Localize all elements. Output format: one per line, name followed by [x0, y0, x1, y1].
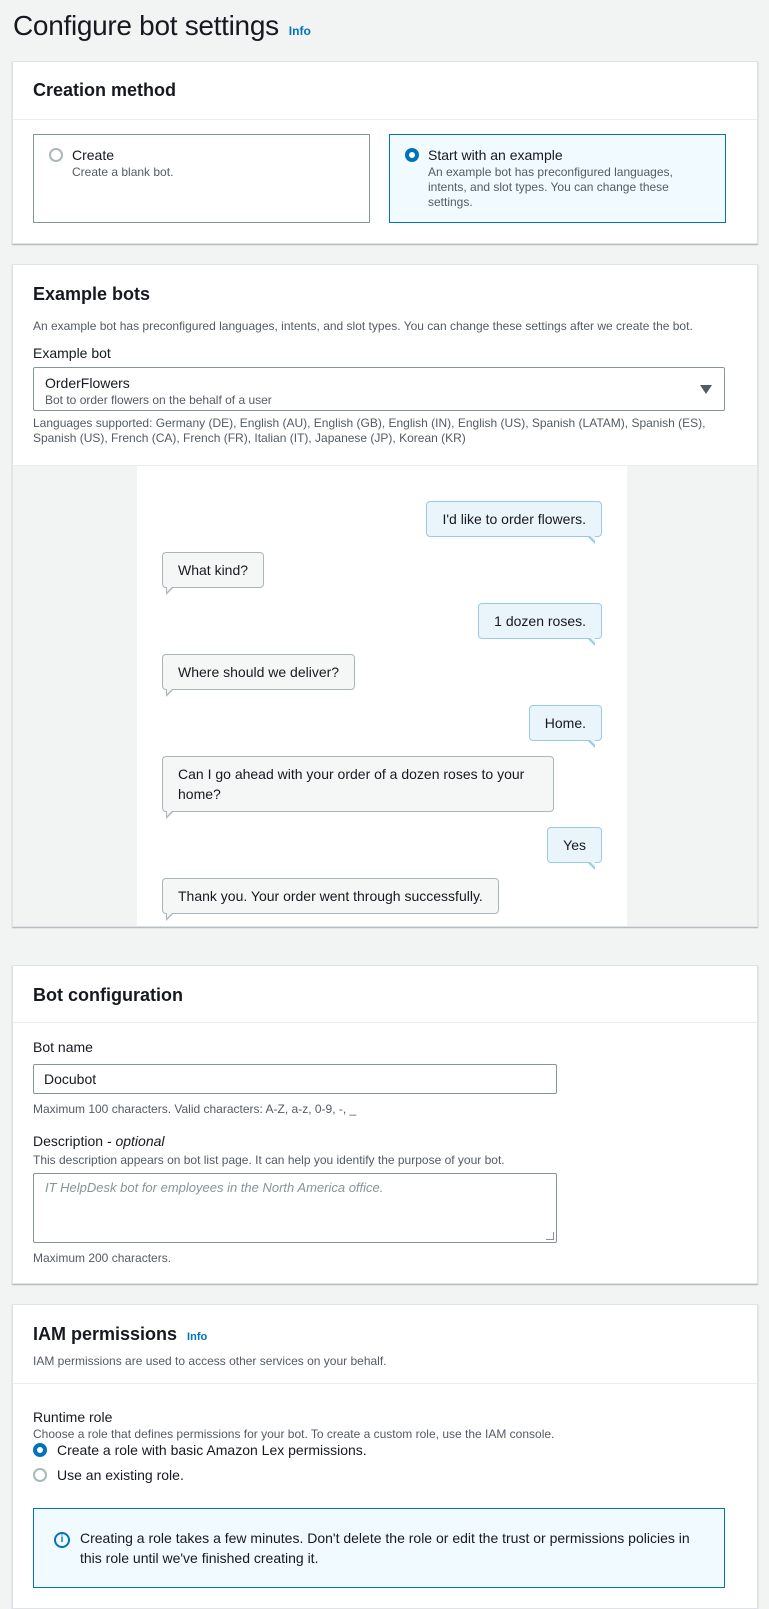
languages-supported: Languages supported: Germany (DE), Engli… — [33, 416, 706, 445]
bot-name-input[interactable]: Docubot — [33, 1064, 557, 1094]
example-bot-selected-name: OrderFlowers — [45, 375, 130, 391]
start-with-example-label: Start with an example — [428, 147, 563, 163]
create-role-radio[interactable] — [33, 1443, 47, 1457]
description-hint: Maximum 200 characters. — [33, 1251, 172, 1265]
info-alert-text: Creating a role takes a few minutes. Don… — [80, 1530, 690, 1566]
example-bot-select[interactable]: OrderFlowers Bot to order flowers on the… — [33, 367, 725, 411]
existing-role-option[interactable]: Use an existing role. — [33, 1466, 184, 1484]
chat-message-user: Home. — [528, 705, 602, 748]
divider — [13, 119, 757, 120]
description-textarea[interactable]: IT HelpDesk bot for employees in the Nor… — [33, 1173, 557, 1243]
existing-role-radio[interactable] — [33, 1468, 47, 1482]
optional-tag: - optional — [106, 1133, 165, 1149]
start-with-example-tile[interactable]: Start with an example An example bot has… — [389, 134, 726, 223]
description-label: Description - optional — [33, 1133, 165, 1149]
create-blank-tile[interactable]: Create Create a blank bot. — [33, 134, 370, 223]
iam-info-link[interactable]: Info — [187, 1331, 207, 1343]
example-bots-description: An example bot has preconfigured languag… — [33, 319, 693, 333]
chat-preview: I'd like to order flowers. What kind? 1 … — [137, 466, 627, 926]
chat-message-bot: Thank you. Your order went through succe… — [162, 878, 499, 921]
chat-message-user: I'd like to order flowers. — [426, 501, 602, 544]
chat-message-bot: Where should we deliver? — [162, 654, 356, 697]
bot-name-label: Bot name — [33, 1039, 93, 1055]
chat-message-bot: Can I go ahead with your order of a doze… — [162, 756, 554, 819]
example-bot-label: Example bot — [33, 345, 111, 361]
iam-description: IAM permissions are used to access other… — [33, 1354, 387, 1368]
iam-permissions-title: IAM permissions — [33, 1324, 178, 1344]
divider — [13, 1383, 757, 1384]
info-alert: i Creating a role takes a few minutes. D… — [33, 1508, 725, 1588]
start-with-example-radio[interactable] — [405, 148, 419, 162]
create-role-label: Create a role with basic Amazon Lex perm… — [57, 1442, 367, 1458]
creation-method-panel: Creation method Create Create a blank bo… — [12, 61, 758, 244]
page-header: Configure bot settings Info — [13, 10, 311, 42]
bot-configuration-title: Bot configuration — [33, 985, 183, 1005]
description-placeholder: IT HelpDesk bot for employees in the Nor… — [45, 1180, 384, 1195]
description-help: This description appears on bot list pag… — [33, 1153, 505, 1167]
resize-handle-icon[interactable] — [546, 1232, 554, 1240]
example-bots-panel: Example bots An example bot has preconfi… — [12, 264, 758, 927]
example-bots-title: Example bots — [33, 284, 151, 304]
create-blank-radio[interactable] — [49, 148, 63, 162]
page-info-link[interactable]: Info — [289, 24, 311, 38]
bot-configuration-panel: Bot configuration Bot name Docubot Maxim… — [12, 965, 758, 1284]
runtime-role-description: Choose a role that defines permissions f… — [33, 1427, 555, 1441]
start-with-example-desc: An example bot has preconfigured languag… — [428, 165, 673, 209]
caret-down-icon — [700, 385, 712, 394]
creation-method-title: Creation method — [33, 80, 177, 100]
page-title: Configure bot settings — [13, 10, 279, 41]
iam-title-row: IAM permissions Info — [33, 1324, 207, 1345]
example-bot-selected-desc: Bot to order flowers on the behalf of a … — [45, 393, 272, 407]
iam-permissions-panel: IAM permissions Info IAM permissions are… — [12, 1304, 758, 1609]
chat-message-user: Yes — [547, 827, 602, 870]
runtime-role-label: Runtime role — [33, 1409, 113, 1425]
info-icon: i — [54, 1532, 70, 1548]
create-role-option[interactable]: Create a role with basic Amazon Lex perm… — [33, 1441, 367, 1459]
bot-name-hint: Maximum 100 characters. Valid characters… — [33, 1102, 357, 1116]
chat-message-user: 1 dozen roses. — [478, 603, 602, 646]
chat-message-bot: What kind? — [162, 552, 265, 595]
divider — [13, 1022, 757, 1023]
create-blank-label: Create — [72, 147, 115, 163]
existing-role-label: Use an existing role. — [57, 1467, 184, 1483]
create-blank-desc: Create a blank bot. — [72, 165, 174, 179]
